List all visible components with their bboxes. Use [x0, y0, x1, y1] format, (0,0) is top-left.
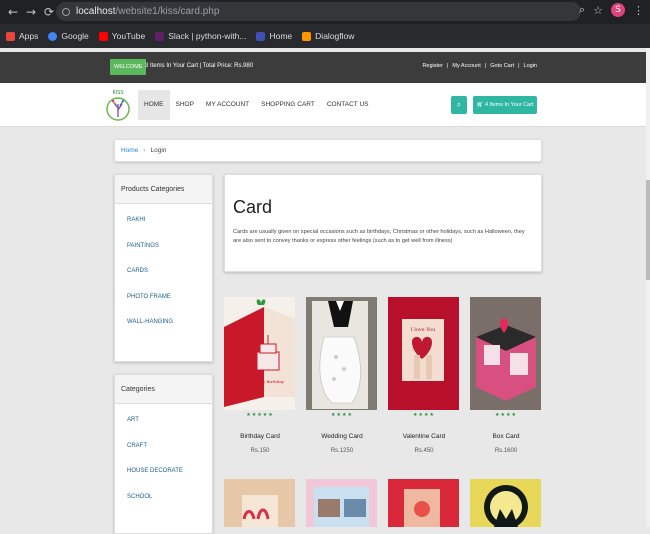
- product-card[interactable]: ★★★★ Wedding Card Rs.1250: [306, 297, 378, 454]
- register-link[interactable]: Register: [422, 63, 442, 69]
- breadcrumb-separator: ›: [143, 147, 146, 154]
- cart-button[interactable]: 🛒︎ 4 Items In Your Cart: [473, 96, 537, 114]
- top-info-bar: WELCOME 3 Items In Your Cart | Total Pri…: [0, 52, 650, 83]
- bookmark-slack[interactable]: Slack | python-with...: [155, 31, 246, 41]
- nav-home[interactable]: HOME: [138, 90, 170, 120]
- link-separator: |: [446, 63, 449, 69]
- dialogflow-icon: [302, 31, 312, 41]
- category-school[interactable]: SCHOOL: [115, 489, 212, 515]
- my-account-link[interactable]: My Account: [452, 63, 480, 69]
- product-image-valentine-card[interactable]: I love You: [388, 297, 459, 410]
- categories-panel: Categories ART CRAFT HOUSE DECORATE SCHO…: [114, 374, 213, 534]
- category-intro: Card Cards are usually given on special …: [224, 174, 542, 272]
- category-art[interactable]: ART: [115, 412, 212, 438]
- product-price: Rs.1250: [330, 448, 354, 454]
- site-header: KISS HOME SHOP MY ACCOUNT SHOPPING CART …: [0, 83, 650, 127]
- zoom-search-icon[interactable]: ⌕: [579, 3, 585, 17]
- product-card[interactable]: Happy Birthday ★★★★★ Birthday Card Rs.15…: [224, 297, 296, 454]
- profile-avatar[interactable]: S: [611, 3, 625, 17]
- nav-contact-us[interactable]: CONTACT US: [321, 90, 375, 120]
- logo-text: KISS: [112, 90, 123, 96]
- rating-stars: ★★★★: [495, 412, 517, 418]
- bookmark-dialogflow[interactable]: Dialogflow: [302, 31, 354, 41]
- bookmark-home[interactable]: Home: [256, 31, 292, 41]
- bookmark-apps[interactable]: Apps: [6, 31, 38, 41]
- category-paintings[interactable]: PAINTINGS: [115, 238, 212, 264]
- youtube-icon: [98, 31, 108, 41]
- panel-title: Products Categories: [115, 175, 212, 204]
- category-photo-frame[interactable]: PHOTO FRAME: [115, 289, 212, 315]
- login-link[interactable]: Login: [524, 63, 537, 69]
- apps-grid-icon: [6, 31, 15, 41]
- panel-title: Categories: [115, 375, 212, 404]
- forward-icon[interactable]: →: [22, 5, 40, 19]
- product-image[interactable]: [224, 479, 295, 527]
- product-categories-panel: Products Categories RAKHI PAINTINGS CARD…: [114, 174, 213, 362]
- rating-stars: ★★★★★: [246, 412, 274, 418]
- scrollbar-thumb[interactable]: [646, 180, 650, 280]
- home-icon: [256, 31, 266, 41]
- browser-toolbar: ← → ⟳ localhost /website1/kiss/card.php …: [0, 0, 650, 24]
- bookmarks-bar: Apps Google YouTube Slack | python-with.…: [0, 24, 650, 48]
- main-navigation: HOME SHOP MY ACCOUNT SHOPPING CART CONTA…: [138, 90, 375, 120]
- bookmark-star-icon[interactable]: ☆: [593, 4, 603, 17]
- category-description: Cards are usually given on special occas…: [233, 229, 525, 244]
- page-scrollbar[interactable]: [646, 48, 650, 527]
- search-button[interactable]: ⌕: [451, 96, 467, 114]
- product-name[interactable]: Box Card: [470, 433, 542, 440]
- link-separator: |: [518, 63, 520, 69]
- product-image[interactable]: [388, 479, 459, 527]
- bookmark-google[interactable]: Google: [48, 31, 89, 41]
- product-image-box-card[interactable]: [470, 297, 541, 410]
- product-image[interactable]: [306, 479, 377, 527]
- nav-shop[interactable]: SHOP: [170, 90, 200, 120]
- google-icon: [48, 31, 58, 41]
- product-image-wedding-card[interactable]: [306, 297, 377, 410]
- page-title: Card: [233, 197, 273, 217]
- product-name[interactable]: Valentine Card: [388, 433, 460, 440]
- breadcrumb-home[interactable]: Home: [121, 147, 138, 154]
- product-card[interactable]: ★★★★ Box Card Rs.1600: [470, 297, 542, 454]
- product-price: Rs.450: [414, 448, 434, 454]
- category-wall-hanging[interactable]: WALL-HANGING: [115, 314, 212, 340]
- rating-stars: ★★★★: [331, 412, 353, 418]
- category-cards[interactable]: CARDS: [115, 263, 212, 289]
- product-name[interactable]: Birthday Card: [224, 433, 296, 440]
- svg-text:Happy Birthday: Happy Birthday: [252, 379, 285, 384]
- site-logo[interactable]: KISS: [105, 88, 131, 124]
- cart-summary: 3 Items In Your Cart | Total Price: Rs.9…: [145, 63, 254, 69]
- link-separator: |: [484, 63, 487, 69]
- search-icon: ⌕: [456, 100, 462, 109]
- url-host: localhost: [76, 6, 116, 17]
- menu-icon[interactable]: ⋮: [633, 4, 644, 17]
- product-image-birthday-card[interactable]: Happy Birthday: [224, 297, 295, 410]
- breadcrumb: Home › Login: [114, 139, 542, 162]
- product-card[interactable]: I love You ★★★★ Valentine Card Rs.450: [388, 297, 460, 454]
- rating-stars: ★★★★: [413, 412, 435, 418]
- goto-cart-link[interactable]: Goto Cart: [490, 63, 514, 69]
- product-image[interactable]: [470, 479, 541, 527]
- cart-button-label: 4 Items In Your Cart: [484, 102, 534, 108]
- welcome-badge: WELCOME: [110, 59, 147, 75]
- site-info-icon[interactable]: [62, 7, 70, 16]
- cart-icon: 🛒︎: [476, 102, 485, 108]
- account-links: Register | My Account | Goto Cart | Logi…: [422, 63, 537, 69]
- product-price: Rs.1600: [494, 448, 518, 454]
- breadcrumb-current: Login: [150, 147, 167, 154]
- bookmark-youtube[interactable]: YouTube: [98, 31, 145, 41]
- nav-my-account[interactable]: MY ACCOUNT: [200, 90, 255, 120]
- product-name[interactable]: Wedding Card: [306, 433, 378, 440]
- back-icon[interactable]: ←: [4, 5, 22, 19]
- slack-icon: [155, 31, 165, 41]
- address-bar[interactable]: localhost /website1/kiss/card.php: [56, 2, 581, 21]
- categories-list: ART CRAFT HOUSE DECORATE SCHOOL: [115, 404, 212, 514]
- category-house-decorate[interactable]: HOUSE DECORATE: [115, 463, 212, 489]
- product-price: Rs.150: [250, 448, 270, 454]
- category-rakhi[interactable]: RAKHI: [115, 212, 212, 238]
- svg-text:I love You: I love You: [411, 327, 436, 333]
- url-path: /website1/kiss/card.php: [115, 6, 220, 17]
- nav-shopping-cart[interactable]: SHOPPING CART: [255, 90, 321, 120]
- product-categories-list: RAKHI PAINTINGS CARDS PHOTO FRAME WALL-H…: [115, 204, 212, 340]
- category-craft[interactable]: CRAFT: [115, 438, 212, 464]
